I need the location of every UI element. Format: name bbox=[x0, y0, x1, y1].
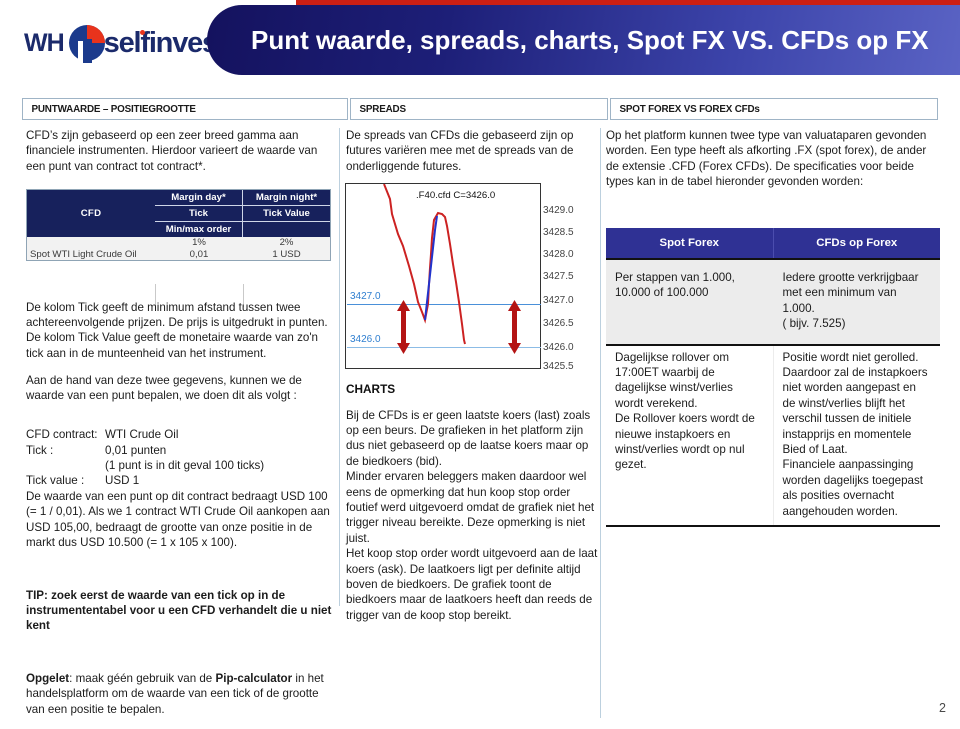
spec-value-contract: WTI Crude Oil bbox=[105, 428, 179, 442]
left-column-lower: De kolom Tick geeft de minimum afstand t… bbox=[26, 288, 338, 729]
warning-text-1: : maak géén gebruik van de bbox=[69, 672, 216, 686]
chart-ytick-3428-5: 3428.5 bbox=[543, 227, 574, 238]
page-header: WH selfinvest Punt waarde, spreads, char… bbox=[0, 0, 960, 90]
section-header-spreads-label: SPREADS bbox=[359, 103, 406, 115]
left-calculation-intro: Aan de hand van deze twee gegevens, kunn… bbox=[26, 373, 302, 403]
warning-pip-calculator: Pip-calculator bbox=[215, 672, 293, 686]
cfd-table-header-margin-day: Margin day* bbox=[155, 190, 243, 206]
right-intro-paragraph: Op het platform kunnen twee type van val… bbox=[606, 129, 927, 189]
section-header-puntwaarde-label: PUNTWAARDE – POSITIEGROOTTE bbox=[31, 103, 196, 115]
comparison-header-cfds-op-forex: CFDs op Forex bbox=[816, 237, 898, 249]
charts-section-title: CHARTS bbox=[346, 382, 396, 396]
cfd-specification-table-image: CFD Margin day* Margin night* Tick Tick … bbox=[26, 189, 331, 307]
comparison-row2-spot: Dagelijkse rollover om 17:00ET waarbij d… bbox=[606, 345, 774, 526]
page-number: 2 bbox=[939, 701, 946, 715]
section-header-spot-forex: SPOT FOREX VS FOREX CFDs bbox=[610, 98, 938, 120]
cfd-table-value-tick: 0,01 bbox=[189, 248, 209, 260]
table-row: Per stappen van 1.000, 10.000 of 100.000… bbox=[606, 260, 940, 344]
charts-section: CHARTS Bij de CFDs is er geen laatste ko… bbox=[346, 382, 598, 635]
logo-red-dot-icon bbox=[139, 29, 145, 35]
section-header-puntwaarde: PUNTWAARDE – POSITIEGROOTTE bbox=[22, 98, 348, 120]
spec-label-contract: CFD contract: bbox=[26, 428, 98, 442]
cfd-table-header: CFD Margin day* Margin night* Tick Tick … bbox=[27, 190, 330, 237]
comparison-table-header-row: Spot Forex CFDs op Forex bbox=[606, 228, 940, 260]
left-intro-paragraph: CFD’s zijn gebaseerd op een zeer breed g… bbox=[26, 129, 318, 173]
cfd-table-value-tick-value: 1 USD bbox=[272, 248, 301, 260]
chart-spread-arrow-right bbox=[508, 300, 521, 354]
left-tick-explanation: De kolom Tick geeft de minimum afstand t… bbox=[26, 300, 328, 360]
cfd-table-header-tick: Tick bbox=[155, 206, 243, 222]
chart-ytick-3427-5: 3427.5 bbox=[543, 271, 574, 282]
spec-label-tick-value: Tick value : bbox=[26, 474, 85, 488]
column-divider-left bbox=[339, 128, 340, 606]
left-tip-paragraph: TIP: zoek eerst de waarde van een tick o… bbox=[26, 588, 338, 634]
chart-ytick-3428-0: 3428.0 bbox=[543, 249, 574, 260]
chart-plot-area: .F40.cfd C=3426.0 3427.0 3426.0 bbox=[345, 183, 541, 369]
logo-pie-icon bbox=[67, 23, 107, 63]
cfd-table-value-margin-day: 1% bbox=[192, 237, 206, 248]
comparison-header-spot-forex: Spot Forex bbox=[606, 228, 774, 258]
spot-vs-cfd-comparison-table: Spot Forex CFDs op Forex Per stappen van… bbox=[606, 228, 940, 528]
charts-section-text: Bij de CFDs is er geen laatste koers (la… bbox=[346, 408, 598, 622]
spec-value-tick-value: USD 1 bbox=[105, 474, 140, 488]
page-title-banner: Punt waarde, spreads, charts, Spot FX VS… bbox=[207, 5, 960, 75]
spec-value-tick: 0,01 punten bbox=[105, 443, 167, 457]
warning-label: Opgelet bbox=[26, 672, 70, 686]
section-header-spreads: SPREADS bbox=[350, 98, 608, 120]
comparison-row1-cfd: Iedere grootte verkrijgbaar met een mini… bbox=[782, 271, 919, 331]
chart-ytick-3427-0: 3427.0 bbox=[543, 295, 574, 306]
table-row: Dagelijkse rollover om 17:00ET waarbij d… bbox=[606, 345, 940, 526]
cfd-table-header-tick-value: Tick Value bbox=[243, 206, 330, 222]
left-column: CFD’s zijn gebaseerd op een zeer breed g… bbox=[26, 128, 338, 174]
page-title: Punt waarde, spreads, charts, Spot FX VS… bbox=[251, 24, 929, 55]
left-example-paragraph: De waarde van een punt op dit contract b… bbox=[26, 489, 330, 550]
spec-value-tick-note: (1 punt is in dit geval 100 ticks) bbox=[105, 459, 265, 473]
left-warning-paragraph: Opgelet: maak géén gebruik van de Pip-ca… bbox=[26, 671, 338, 717]
comparison-row2-cfd: Positie wordt niet gerolled. Daardoor za… bbox=[782, 350, 928, 518]
right-column: Op het platform kunnen twee type van val… bbox=[606, 128, 940, 190]
price-chart-image: .F40.cfd C=3426.0 3427.0 3426.0 3429.0 3… bbox=[345, 183, 776, 372]
cfd-table-value-margin-night: 2% bbox=[279, 237, 294, 248]
comparison-table-rule-2 bbox=[606, 525, 940, 528]
chart-price-axis: 3429.0 3428.5 3428.0 3427.5 3427.0 3426.… bbox=[542, 183, 776, 372]
chart-ytick-3426-5: 3426.5 bbox=[543, 318, 574, 329]
chart-ytick-3429-0: 3429.0 bbox=[543, 205, 574, 216]
chart-spread-arrow-left bbox=[397, 300, 410, 354]
chart-series-svg bbox=[383, 184, 521, 354]
cfd-table-body: 1% 2% Spot WTI Light Crude Oil 0,01 1 US… bbox=[27, 237, 330, 307]
chart-ytick-3426-0: 3426.0 bbox=[543, 342, 574, 353]
cfd-table-value-instrument: Spot WTI Light Crude Oil bbox=[30, 248, 137, 260]
column-divider-right bbox=[600, 128, 601, 718]
chart-ytick-3425-5: 3425.5 bbox=[543, 361, 574, 372]
comparison-row1-spot: Per stappen van 1.000, 10.000 of 100.000 bbox=[606, 260, 774, 344]
spreads-paragraph: De spreads van CFDs die gebaseerd zijn o… bbox=[346, 129, 574, 173]
logo-wh-text: WH bbox=[24, 28, 65, 57]
cfd-table-cell-cfd: CFD bbox=[80, 208, 102, 219]
middle-column: De spreads van CFDs die gebaseerd zijn o… bbox=[346, 128, 598, 174]
cfd-table-header-minmax-order: Min/max order bbox=[155, 222, 243, 237]
tip-label: TIP: bbox=[26, 588, 48, 602]
section-header-row: PUNTWAARDE – POSITIEGROOTTE SPREADS SPOT… bbox=[22, 98, 938, 120]
wh-selfinvest-logo: WH selfinvest bbox=[24, 20, 227, 66]
spec-label-tick: Tick : bbox=[26, 443, 54, 457]
section-header-spot-forex-label: SPOT FOREX VS FOREX CFDs bbox=[619, 103, 760, 115]
tip-text: zoek eerst de waarde van een tick op in … bbox=[26, 588, 332, 633]
cfd-table-header-margin-night: Margin night* bbox=[243, 190, 330, 206]
left-spec-list: CFD contract: WTI Crude Oil Tick : 0,01 … bbox=[26, 427, 338, 489]
